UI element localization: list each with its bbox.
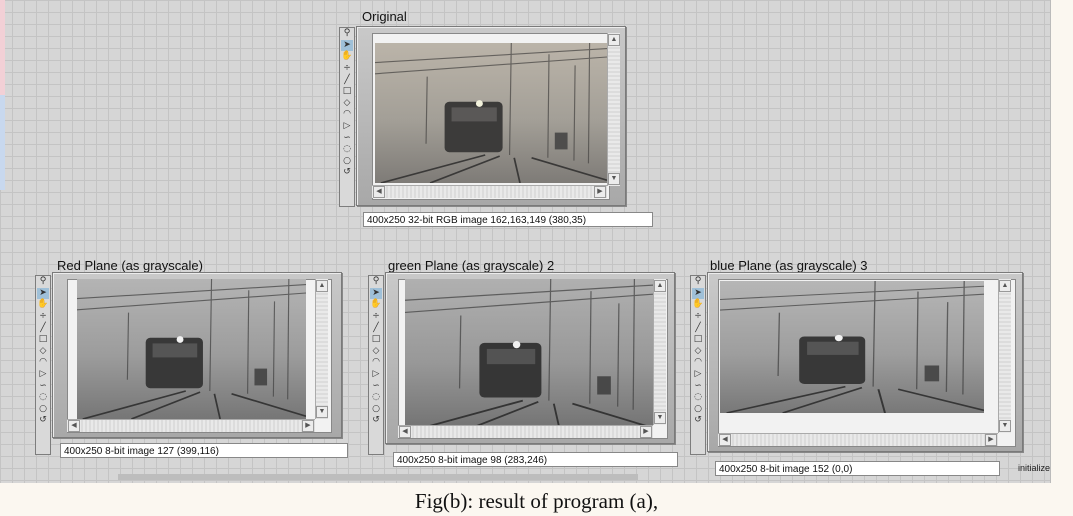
figure-caption: Fig(b): result of program (a), — [414, 489, 659, 513]
train-photo — [375, 43, 607, 183]
rotated-rectangle-tool-icon[interactable]: ◇ — [37, 346, 49, 358]
annulus-tool-icon[interactable]: ◠ — [370, 357, 382, 369]
polygon-tool-icon[interactable]: ▷ — [370, 369, 382, 381]
freehand-region-tool-icon[interactable]: ◌ — [370, 392, 382, 404]
annulus-tool-icon[interactable]: ◠ — [692, 357, 704, 369]
scroll-up-arrow[interactable]: ▲ — [316, 280, 328, 292]
pointer-tool-icon[interactable]: ➤ — [341, 39, 353, 52]
freehand-line-tool-icon[interactable]: ∽ — [341, 132, 353, 144]
rectangle-tool-icon[interactable]: □ — [341, 86, 353, 98]
freehand-region-tool-icon[interactable]: ◌ — [37, 392, 49, 404]
green-plane-label: green Plane (as grayscale) 2 — [388, 258, 555, 273]
scroll-right-arrow[interactable]: ▶ — [302, 420, 314, 432]
original-image-display: ▲ ▼ ◀ ▶ — [356, 26, 626, 206]
broken-line-tool-icon[interactable]: ↺ — [341, 167, 353, 179]
polygon-tool-icon[interactable]: ▷ — [692, 369, 704, 381]
left-edge-blue — [0, 95, 5, 190]
broken-line-tool-icon[interactable]: ↺ — [370, 415, 382, 427]
scroll-down-arrow[interactable]: ▼ — [316, 406, 328, 418]
rectangle-tool-icon[interactable]: □ — [370, 334, 382, 346]
blue-tool-palette[interactable]: ⚲ ➤ ✋ ÷ ╱ □ ◇ ◠ ▷ ∽ ◌ ○ ↺ — [690, 275, 706, 455]
scroll-right-arrow[interactable]: ▶ — [640, 426, 652, 438]
annulus-tool-icon[interactable]: ◠ — [37, 357, 49, 369]
blue-plane-image[interactable] — [720, 281, 984, 413]
original-tool-palette[interactable]: ⚲ ➤ ✋ ÷ ╱ □ ◇ ◠ ▷ ∽ ◌ ○ ↺ — [339, 27, 355, 207]
scroll-left-arrow[interactable]: ◀ — [373, 186, 385, 198]
left-edge-pink — [0, 0, 5, 95]
line-tool-icon[interactable]: ╱ — [370, 322, 382, 334]
rotated-rectangle-tool-icon[interactable]: ◇ — [692, 346, 704, 358]
freehand-line-tool-icon[interactable]: ∽ — [37, 380, 49, 392]
initialize-label: initialize — [1018, 463, 1051, 473]
rectangle-tool-icon[interactable]: □ — [37, 334, 49, 346]
freehand-line-tool-icon[interactable]: ∽ — [692, 380, 704, 392]
green-image-display: ▲ ▼ ◀ ▶ — [385, 272, 675, 444]
polygon-tool-icon[interactable]: ▷ — [341, 121, 353, 133]
point-tool-icon[interactable]: ÷ — [341, 63, 353, 75]
green-tool-palette[interactable]: ⚲ ➤ ✋ ÷ ╱ □ ◇ ◠ ▷ ∽ ◌ ○ ↺ — [368, 275, 384, 455]
blue-status-bar: 400x250 8-bit image 152 (0,0) — [715, 461, 1000, 476]
red-plane-image[interactable] — [77, 279, 306, 419]
blue-image-display: ▲ ▼ ◀ ▶ — [707, 272, 1023, 452]
line-tool-icon[interactable]: ╱ — [341, 74, 353, 86]
train-photo — [405, 279, 653, 431]
red-image-display: ▲ ▼ ◀ ▶ — [52, 272, 342, 438]
broken-line-tool-icon[interactable]: ↺ — [692, 415, 704, 427]
scroll-down-arrow[interactable]: ▼ — [999, 420, 1011, 432]
scroll-up-arrow[interactable]: ▲ — [608, 34, 620, 46]
oval-tool-icon[interactable]: ○ — [341, 156, 353, 168]
zoom-tool-icon[interactable]: ⚲ — [341, 28, 353, 40]
scroll-left-arrow[interactable]: ◀ — [68, 420, 80, 432]
red-status-bar: 400x250 8-bit image 127 (399,116) — [60, 443, 348, 458]
red-plane-label: Red Plane (as grayscale) — [57, 258, 203, 273]
rotated-rectangle-tool-icon[interactable]: ◇ — [370, 346, 382, 358]
green-status-bar: 400x250 8-bit image 98 (283,246) — [393, 452, 678, 467]
zoom-tool-icon[interactable]: ⚲ — [370, 276, 382, 288]
line-tool-icon[interactable]: ╱ — [692, 322, 704, 334]
pan-tool-icon[interactable]: ✋ — [692, 299, 704, 311]
scroll-up-arrow[interactable]: ▲ — [999, 280, 1011, 292]
point-tool-icon[interactable]: ÷ — [692, 311, 704, 323]
original-image[interactable] — [375, 43, 607, 183]
original-status-bar: 400x250 32-bit RGB image 162,163,149 (38… — [363, 212, 653, 227]
scroll-down-arrow[interactable]: ▼ — [654, 412, 666, 424]
pointer-tool-icon[interactable]: ➤ — [37, 287, 49, 300]
rotated-rectangle-tool-icon[interactable]: ◇ — [341, 98, 353, 110]
freehand-region-tool-icon[interactable]: ◌ — [341, 144, 353, 156]
pan-tool-icon[interactable]: ✋ — [37, 299, 49, 311]
pan-tool-icon[interactable]: ✋ — [370, 299, 382, 311]
green-plane-image[interactable] — [405, 279, 653, 431]
oval-tool-icon[interactable]: ○ — [370, 404, 382, 416]
broken-line-tool-icon[interactable]: ↺ — [37, 415, 49, 427]
zoom-tool-icon[interactable]: ⚲ — [37, 276, 49, 288]
blue-plane-label: blue Plane (as grayscale) 3 — [710, 258, 868, 273]
line-tool-icon[interactable]: ╱ — [37, 322, 49, 334]
annulus-tool-icon[interactable]: ◠ — [341, 109, 353, 121]
point-tool-icon[interactable]: ÷ — [37, 311, 49, 323]
scroll-right-arrow[interactable]: ▶ — [985, 434, 997, 446]
pointer-tool-icon[interactable]: ➤ — [370, 287, 382, 300]
point-tool-icon[interactable]: ÷ — [370, 311, 382, 323]
train-photo — [720, 281, 984, 413]
pointer-tool-icon[interactable]: ➤ — [692, 287, 704, 300]
scroll-down-arrow[interactable]: ▼ — [608, 173, 620, 185]
freehand-line-tool-icon[interactable]: ∽ — [370, 380, 382, 392]
horizontal-scrollbar[interactable] — [118, 474, 638, 480]
oval-tool-icon[interactable]: ○ — [37, 404, 49, 416]
scroll-left-arrow[interactable]: ◀ — [399, 426, 411, 438]
red-tool-palette[interactable]: ⚲ ➤ ✋ ÷ ╱ □ ◇ ◠ ▷ ∽ ◌ ○ ↺ — [35, 275, 51, 455]
polygon-tool-icon[interactable]: ▷ — [37, 369, 49, 381]
scroll-up-arrow[interactable]: ▲ — [654, 280, 666, 292]
pan-tool-icon[interactable]: ✋ — [341, 51, 353, 63]
zoom-tool-icon[interactable]: ⚲ — [692, 276, 704, 288]
scroll-right-arrow[interactable]: ▶ — [594, 186, 606, 198]
rectangle-tool-icon[interactable]: □ — [692, 334, 704, 346]
oval-tool-icon[interactable]: ○ — [692, 404, 704, 416]
original-label: Original — [362, 9, 407, 24]
train-photo — [77, 279, 306, 419]
freehand-region-tool-icon[interactable]: ◌ — [692, 392, 704, 404]
scroll-left-arrow[interactable]: ◀ — [719, 434, 731, 446]
